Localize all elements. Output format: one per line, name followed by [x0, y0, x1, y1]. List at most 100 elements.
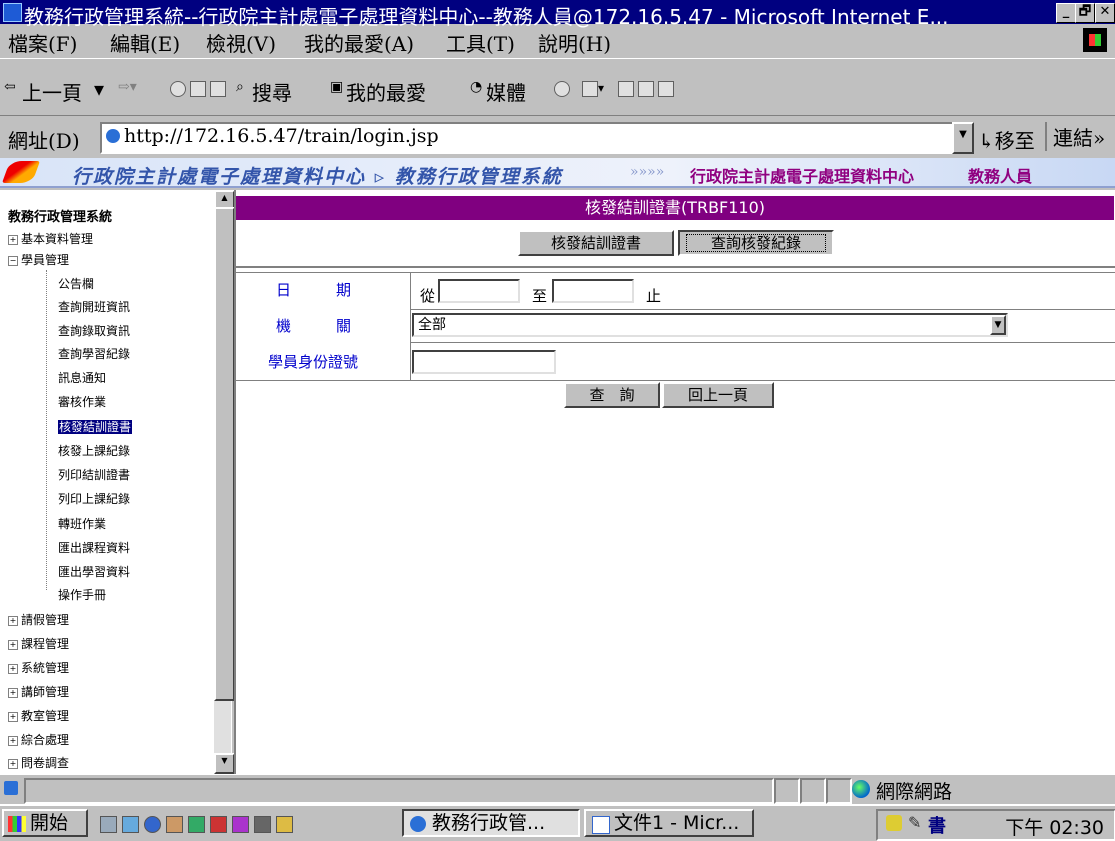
expand-icon[interactable]: + — [8, 736, 18, 746]
tree-item-notification[interactable]: 訊息通知 — [58, 369, 106, 386]
tree-item-classroom[interactable]: + 教室管理 — [8, 707, 69, 724]
tree-item-issue-certificate[interactable]: 核發結訓證書 — [58, 418, 133, 435]
quicklaunch-icon-9[interactable] — [276, 816, 293, 833]
search-button[interactable]: 搜尋 — [252, 77, 292, 106]
quicklaunch-icon-4[interactable] — [166, 816, 183, 833]
tray-ime-icon[interactable] — [886, 815, 902, 831]
expand-icon[interactable]: + — [8, 712, 18, 722]
start-button[interactable]: 開始 — [2, 809, 88, 837]
chevron-down-icon[interactable]: ▼ — [990, 315, 1006, 335]
back-page-button[interactable]: 回上一頁 — [662, 382, 774, 408]
discuss-icon[interactable] — [658, 81, 674, 97]
mail-dropdown-icon[interactable]: ▾ — [598, 81, 604, 95]
tree-item-print-certificate[interactable]: 列印結訓證書 — [58, 466, 130, 483]
tree-item-general[interactable]: + 綜合處理 — [8, 731, 69, 748]
quicklaunch-icon-6[interactable] — [210, 816, 227, 833]
quicklaunch-ie-icon[interactable] — [144, 816, 161, 833]
links-button[interactable]: 連結» — [1045, 122, 1105, 151]
tree-item-print-record[interactable]: 列印上課紀錄 — [58, 490, 130, 507]
menu-view[interactable]: 檢視(V) — [206, 28, 276, 57]
quicklaunch-icon-5[interactable] — [188, 816, 205, 833]
tree-item-instructor[interactable]: + 講師管理 — [8, 683, 69, 700]
favorites-button[interactable]: 我的最愛 — [346, 77, 426, 106]
favorites-icon[interactable]: ▣ — [330, 79, 343, 95]
home-icon[interactable] — [210, 81, 226, 97]
quicklaunch-icon-1[interactable] — [100, 816, 117, 833]
issue-certificate-tab[interactable]: 核發結訓證書 — [518, 230, 674, 256]
expand-icon[interactable]: + — [8, 616, 18, 626]
tree-item-student-mgmt[interactable]: − 學員管理 — [8, 251, 69, 268]
tree-item-query-class[interactable]: 查詢開班資訊 — [58, 298, 130, 315]
scroll-down-button[interactable]: ▼ — [214, 753, 235, 774]
address-dropdown-button[interactable]: ▼ — [952, 122, 974, 154]
menu-favorites[interactable]: 我的最愛(A) — [304, 28, 414, 57]
to-label: 至 — [532, 287, 548, 305]
main-content: 核發結訓證書(TRBF110) 核發結訓證書 查詢核發紀錄 日 期 從 至 止 … — [234, 190, 1115, 774]
tree-item-manual[interactable]: 操作手冊 — [58, 586, 106, 603]
word-icon — [592, 816, 610, 834]
expand-icon[interactable]: + — [8, 759, 18, 769]
tree-scrollbar[interactable]: ▲ ▼ — [214, 190, 235, 774]
tree-item-issue-record[interactable]: 核發上課紀錄 — [58, 442, 130, 459]
scroll-thumb[interactable] — [214, 207, 235, 701]
tray-ime-mode[interactable]: 書 — [928, 812, 946, 838]
menu-tools[interactable]: 工具(T) — [446, 28, 515, 57]
close-button[interactable]: ✕ — [1095, 3, 1115, 23]
media-button[interactable]: 媒體 — [486, 77, 526, 106]
tree-item-course[interactable]: + 課程管理 — [8, 635, 69, 652]
refresh-icon[interactable] — [190, 81, 206, 97]
tree-item-transfer[interactable]: 轉班作業 — [58, 515, 106, 532]
mail-icon[interactable] — [582, 81, 598, 97]
page-icon — [106, 129, 120, 143]
quicklaunch-icon-7[interactable] — [232, 816, 249, 833]
edit-icon[interactable] — [638, 81, 654, 97]
tree-item-query-admission[interactable]: 查詢錄取資訊 — [58, 322, 130, 339]
expand-icon[interactable]: + — [8, 664, 18, 674]
forward-arrow-icon[interactable]: ⇨▾ — [118, 79, 137, 95]
date-from-input[interactable] — [438, 279, 520, 303]
expand-icon[interactable]: + — [8, 235, 18, 245]
go-button[interactable]: ↳移至 — [978, 125, 1035, 154]
student-id-input[interactable] — [412, 350, 556, 374]
tree-item-export-course[interactable]: 匯出課程資料 — [58, 539, 130, 556]
minimize-button[interactable]: _ — [1056, 3, 1076, 23]
tree-item-bulletin[interactable]: 公告欄 — [58, 275, 94, 292]
clock[interactable]: 下午 02:30 — [1005, 813, 1104, 840]
org-select[interactable]: 全部 ▼ — [412, 313, 1008, 337]
back-button[interactable]: 上一頁 — [22, 77, 82, 106]
chevron-down-icon[interactable]: ▾ — [94, 77, 104, 101]
menu-help[interactable]: 說明(H) — [538, 28, 611, 57]
expand-icon[interactable]: + — [8, 640, 18, 650]
quicklaunch-icon-8[interactable] — [254, 816, 271, 833]
address-url[interactable]: http://172.16.5.47/train/login.jsp — [124, 125, 439, 147]
query-record-tab[interactable]: 查詢核發紀錄 — [678, 230, 834, 256]
print-icon[interactable] — [618, 81, 634, 97]
search-icon[interactable]: ⌕ — [236, 79, 244, 95]
tree-item-system[interactable]: + 系統管理 — [8, 659, 69, 676]
task-ie-window[interactable]: 教務行政管... — [402, 809, 580, 837]
collapse-icon[interactable]: − — [8, 256, 18, 266]
expand-icon[interactable]: + — [8, 688, 18, 698]
tree-item-review[interactable]: 審核作業 — [58, 393, 106, 410]
restore-button[interactable]: 🗗 — [1075, 3, 1095, 23]
menu-file[interactable]: 檔案(F) — [8, 28, 77, 57]
tree-item-export-learning[interactable]: 匯出學習資料 — [58, 563, 130, 580]
date-to-input[interactable] — [552, 279, 634, 303]
back-arrow-icon[interactable]: ⇦ — [4, 79, 16, 95]
tree-item-survey[interactable]: + 問卷調查 — [8, 754, 69, 771]
tree-item-basic-data[interactable]: + 基本資料管理 — [8, 230, 93, 247]
query-button[interactable]: 查 詢 — [564, 382, 660, 408]
window-titlebar[interactable]: 教務行政管理系統--行政院主計處電子處理資料中心--教務人員@172.16.5.… — [0, 0, 1115, 29]
quicklaunch-icon-2[interactable] — [122, 816, 139, 833]
stop-icon[interactable] — [170, 81, 186, 97]
menu-edit[interactable]: 編輯(E) — [110, 28, 180, 57]
tray-pen-icon[interactable]: ✎ — [908, 813, 921, 832]
address-input[interactable]: http://172.16.5.47/train/login.jsp — [100, 122, 974, 154]
media-icon[interactable]: ◔ — [470, 79, 482, 95]
tree-item-leave[interactable]: + 請假管理 — [8, 611, 69, 628]
task-word-window[interactable]: 文件1 - Micr... — [584, 809, 754, 837]
tree-item-query-learning[interactable]: 查詢學習紀錄 — [58, 345, 130, 362]
site-banner: 行政院主計處電子處理資料中心 ▹ 教務行政管理系統 »»»» 行政院主計處電子處… — [0, 158, 1115, 188]
history-icon[interactable] — [554, 81, 570, 97]
tree-connector — [46, 270, 48, 590]
